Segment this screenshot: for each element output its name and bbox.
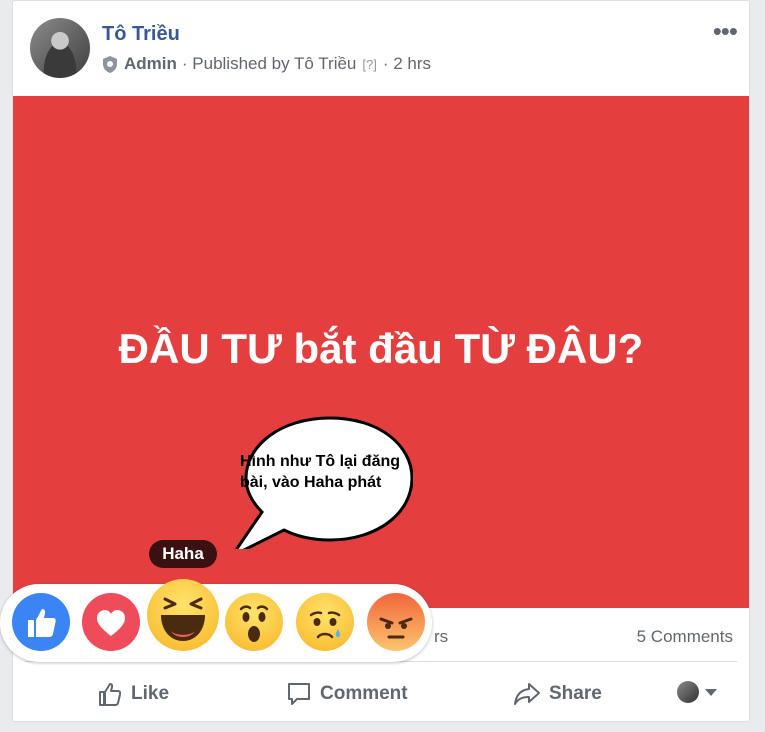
like-icon[interactable]	[12, 593, 70, 651]
share-button[interactable]: Share	[513, 679, 602, 709]
role-label[interactable]: Admin	[124, 54, 177, 74]
reaction-count-partial[interactable]: rs	[434, 627, 448, 647]
angry-icon[interactable]	[367, 593, 425, 651]
share-label: Share	[549, 683, 602, 704]
timestamp[interactable]: · 2 hrs	[383, 54, 431, 74]
love-icon[interactable]	[82, 593, 140, 651]
author-name[interactable]: Tô Triều	[102, 23, 180, 46]
post-meta: Admin · Published by Tô Triều [?] · 2 hr…	[102, 54, 431, 74]
comment-icon	[288, 683, 310, 705]
comment-label: Comment	[320, 683, 408, 704]
wow-icon[interactable]	[225, 593, 283, 651]
like-label: Like	[131, 683, 170, 704]
author-avatar[interactable]	[30, 18, 90, 78]
like-button[interactable]: Like	[97, 679, 169, 709]
viewer-avatar	[677, 681, 699, 703]
comments-count[interactable]: 5 Comments	[637, 627, 733, 647]
shield-icon	[103, 55, 117, 73]
post-as-selector[interactable]	[677, 681, 717, 703]
sad-icon[interactable]	[296, 593, 354, 651]
chevron-down-icon	[705, 688, 717, 696]
bubble-text: Hình như Tô lại đăng bài, vào Haha phát	[240, 453, 401, 491]
share-arrow-icon	[514, 683, 540, 705]
more-options-icon[interactable]: •••	[713, 18, 738, 44]
thumbs-up-icon	[99, 683, 122, 706]
published-by-text: · Published by Tô Triều	[181, 54, 357, 73]
reaction-picker	[0, 579, 432, 662]
comment-button[interactable]: Comment	[286, 679, 408, 709]
hero-text: ĐẦU TƯ bắt đầu TỪ ĐÂU?	[118, 325, 644, 372]
unknown-marker[interactable]: [?]	[362, 57, 376, 72]
reaction-tooltip: Haha	[149, 540, 217, 568]
haha-icon[interactable]	[147, 579, 219, 651]
